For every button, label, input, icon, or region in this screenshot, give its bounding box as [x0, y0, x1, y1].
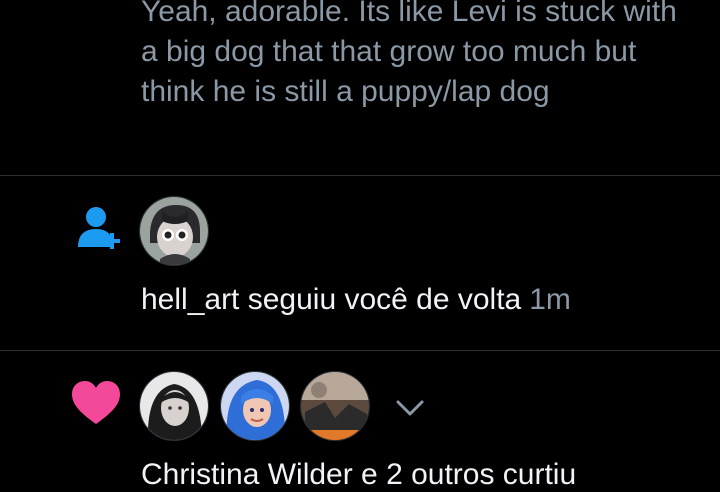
follow-notification-text[interactable]: hell_art seguiu você de volta 1m — [141, 283, 571, 317]
avatar-image — [140, 197, 208, 265]
heart-icon — [72, 381, 120, 424]
avatar-liker-2[interactable] — [220, 371, 290, 441]
notification-time: 1m — [529, 283, 571, 316]
avatar-hell-art[interactable] — [139, 196, 209, 266]
follow-text: hell_art seguiu você de volta — [141, 283, 522, 316]
person-plus-icon — [78, 207, 120, 249]
expand-button[interactable] — [390, 388, 430, 428]
avatar-image — [301, 372, 369, 440]
avatar-liker-1[interactable] — [139, 371, 209, 441]
chevron-down-icon — [396, 400, 424, 416]
divider — [0, 175, 720, 176]
reply-text: Yeah, adorable. Its like Levi is stuck w… — [141, 0, 677, 108]
divider — [0, 350, 720, 351]
avatar-image — [140, 372, 208, 440]
like-notification-text[interactable]: Christina Wilder e 2 outros curtiu — [141, 458, 576, 492]
avatar-liker-3[interactable] — [300, 371, 370, 441]
avatar-image — [221, 372, 289, 440]
